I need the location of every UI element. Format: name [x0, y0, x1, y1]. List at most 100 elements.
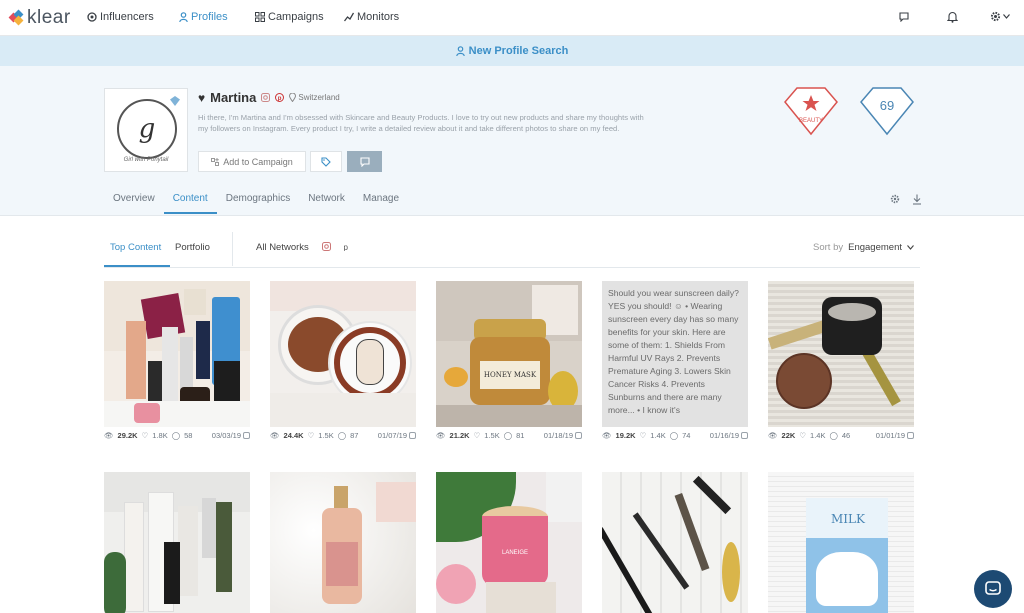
avatar-letter: g	[138, 114, 156, 144]
post-thumbnail[interactable]	[104, 281, 250, 427]
sort-value: Engagement	[848, 242, 902, 253]
add-campaign-icon	[211, 157, 220, 166]
post-thumbnail[interactable]	[602, 472, 748, 613]
avatar-logo: g	[117, 99, 177, 159]
sort-control[interactable]: Sort by Engagement	[813, 242, 914, 253]
subtab-portfolio[interactable]: Portfolio	[175, 242, 210, 253]
location-pin-icon	[289, 93, 297, 102]
klear-logo[interactable]: klear	[8, 7, 71, 29]
views-count: 24.4K	[283, 431, 304, 440]
pinterest-icon[interactable]: p	[275, 93, 285, 102]
post-card[interactable]	[104, 472, 250, 613]
svg-text:p: p	[278, 96, 282, 102]
svg-text:p: p	[344, 243, 349, 251]
new-profile-search-banner[interactable]: New Profile Search	[0, 36, 1024, 66]
support-chat-button[interactable]	[974, 570, 1012, 608]
subtab-top-content[interactable]: Top Content	[110, 242, 161, 253]
profile-bio: Hi there, I'm Martina and I'm obsessed w…	[198, 113, 644, 133]
profile-header: g Girl with Ponytail ♥ Martina p Switzer…	[0, 66, 1024, 216]
comments-count: 74	[682, 431, 691, 440]
post-card[interactable]: HONEY MASK 👁 21.2K ♡ 1.5K ◯ 81 01/18/19	[436, 281, 582, 440]
comments-count: 81	[516, 431, 525, 440]
monitors-icon	[344, 12, 354, 22]
message-icon	[359, 156, 370, 167]
post-card[interactable]: Should you wear sunscreen daily? YES you…	[602, 281, 748, 440]
tab-overview[interactable]: Overview	[104, 193, 164, 214]
views-count: 29.2K	[117, 431, 138, 440]
post-stats: 👁 24.4K ♡ 1.5K ◯ 87 01/07/19	[270, 431, 416, 440]
milk-label: MILK	[831, 512, 865, 526]
instagram-filter-icon[interactable]	[322, 242, 331, 251]
post-date: 01/18/19	[543, 431, 573, 440]
download-icon[interactable]	[912, 194, 922, 205]
views-icon: 👁	[270, 431, 280, 440]
filter-all-networks[interactable]: All Networks	[256, 242, 309, 253]
chat-bubble-icon	[985, 581, 1001, 595]
tag-button[interactable]	[310, 151, 342, 172]
likes-icon: ♡	[799, 431, 807, 440]
post-stats: 👁 21.2K ♡ 1.5K ◯ 81 01/18/19	[436, 431, 582, 440]
avatar: g Girl with Ponytail	[104, 88, 188, 172]
post-date: 03/03/19	[211, 431, 241, 440]
influence-score-badge: 69	[860, 87, 914, 136]
tab-content[interactable]: Content	[163, 193, 217, 214]
post-thumbnail[interactable]	[270, 472, 416, 613]
nav-campaigns[interactable]: Campaigns	[255, 11, 324, 23]
likes-count: 1.5K	[318, 431, 334, 440]
nav-campaigns-label: Campaigns	[268, 11, 324, 23]
bell-icon[interactable]	[947, 11, 958, 23]
chevron-down-icon	[907, 245, 914, 250]
post-thumbnail[interactable]: MILK	[768, 472, 914, 613]
chevron-down-icon	[1003, 14, 1010, 19]
instagram-icon[interactable]	[261, 93, 271, 102]
brand-name: klear	[27, 7, 71, 28]
post-thumbnail[interactable]	[768, 281, 914, 427]
add-to-campaign-button[interactable]: Add to Campaign	[198, 151, 306, 172]
post-thumbnail[interactable]	[270, 281, 416, 427]
comments-icon: ◯	[171, 431, 181, 440]
beauty-badge-label: BEAUTY	[799, 118, 823, 124]
tab-manage[interactable]: Manage	[354, 193, 408, 214]
pinterest-filter-icon[interactable]: p	[342, 242, 351, 251]
post-card[interactable]	[270, 472, 416, 613]
likes-count: 1.5K	[484, 431, 500, 440]
post-date: 01/16/19	[709, 431, 739, 440]
avatar-caption: Girl with Ponytail	[123, 157, 169, 163]
post-date: 01/07/19	[377, 431, 407, 440]
views-icon: 👁	[768, 431, 778, 440]
post-card[interactable]: LANEIGE	[436, 472, 582, 613]
comments-icon: ◯	[669, 431, 679, 440]
subtab-active-indicator	[104, 265, 170, 267]
instagram-icon	[907, 432, 914, 439]
post-card[interactable]: 👁 22K ♡ 1.4K ◯ 46 01/01/19	[768, 281, 914, 440]
comments-count: 58	[184, 431, 193, 440]
post-thumbnail[interactable]: LANEIGE	[436, 472, 582, 613]
instagram-icon	[575, 432, 582, 439]
tab-network[interactable]: Network	[299, 193, 354, 214]
views-count: 19.2K	[615, 431, 636, 440]
views-count: 22K	[781, 431, 796, 440]
nav-monitors[interactable]: Monitors	[344, 11, 399, 23]
post-thumbnail[interactable]: HONEY MASK	[436, 281, 582, 427]
influencers-icon	[87, 12, 97, 22]
views-count: 21.2K	[449, 431, 470, 440]
post-card[interactable]: MILK	[768, 472, 914, 613]
comments-icon: ◯	[503, 431, 513, 440]
post-card[interactable]: 👁 29.2K ♡ 1.8K ◯ 58 03/03/19	[104, 281, 250, 440]
post-thumbnail[interactable]	[104, 472, 250, 613]
chat-icon[interactable]	[899, 12, 909, 22]
post-card[interactable]: 👁 24.4K ♡ 1.5K ◯ 87 01/07/19	[270, 281, 416, 440]
post-card[interactable]	[602, 472, 748, 613]
settings-icon[interactable]	[890, 194, 900, 204]
nav-influencers[interactable]: Influencers	[87, 11, 154, 23]
nav-profiles[interactable]: Profiles	[179, 11, 228, 23]
verified-diamond-icon	[170, 96, 180, 106]
profile-name-row: ♥ Martina p Switzerland	[198, 90, 340, 105]
instagram-icon	[243, 432, 250, 439]
settings-menu[interactable]	[990, 11, 1010, 22]
post-stats: 👁 22K ♡ 1.4K ◯ 46 01/01/19	[768, 431, 914, 440]
tab-demographics[interactable]: Demographics	[217, 193, 299, 214]
message-button[interactable]	[347, 151, 382, 172]
klear-logo-icon	[8, 9, 24, 26]
text-post-caption[interactable]: Should you wear sunscreen daily? YES you…	[602, 281, 748, 427]
